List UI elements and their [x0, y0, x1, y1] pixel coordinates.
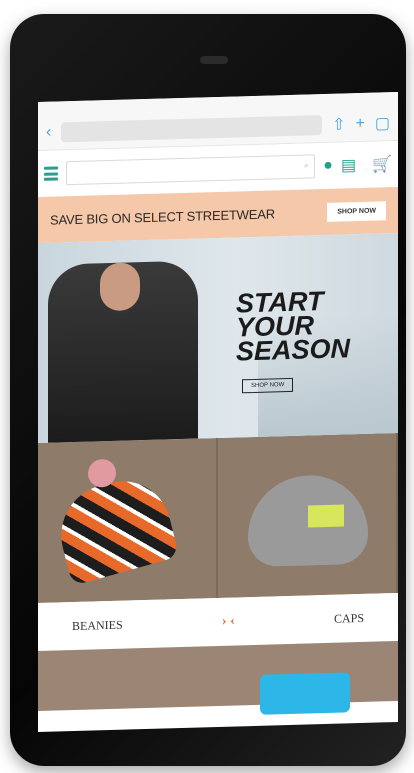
hero-shop-now-button[interactable]: SHOP NOW	[242, 377, 294, 394]
promo-shop-now-button[interactable]: SHOP NOW	[327, 200, 386, 222]
caps-label[interactable]: CAPS	[334, 610, 364, 626]
tabs-icon[interactable]: ▢	[375, 113, 390, 133]
beanie-image	[50, 469, 180, 587]
beanies-label[interactable]: BEANIES	[72, 617, 123, 633]
menu-icon[interactable]	[44, 166, 58, 181]
next-category-strip	[38, 640, 398, 715]
category-tiles	[38, 432, 398, 603]
search-input[interactable]: ⌕	[66, 154, 316, 186]
list-icon[interactable]: ▤	[341, 155, 356, 175]
screen: ‹ ⇧ + ▢ ⌕ ● ▤ 🛒 SAVE BIG ON SELECT STREE…	[38, 91, 398, 733]
model-head	[100, 262, 140, 312]
hero-model-image	[48, 260, 198, 443]
cart-icon[interactable]: 🛒	[372, 154, 392, 175]
add-tab-icon[interactable]: +	[356, 115, 365, 133]
share-icon[interactable]: ⇧	[332, 114, 345, 134]
location-icon[interactable]: ●	[323, 157, 333, 175]
search-icon: ⌕	[304, 162, 309, 170]
hero-title: START YOUR SEASON	[236, 286, 351, 367]
hero-banner[interactable]: START YOUR SEASON SHOP NOW	[38, 232, 398, 443]
cap-logo	[308, 504, 344, 528]
back-icon[interactable]: ‹	[46, 124, 51, 142]
product-image-blue	[260, 672, 350, 715]
address-bar[interactable]	[61, 115, 323, 143]
caps-tile[interactable]	[218, 432, 398, 598]
beanies-tile[interactable]	[38, 437, 218, 603]
cap-image	[248, 473, 368, 568]
speaker	[200, 56, 228, 64]
tablet-device: ‹ ⇧ + ▢ ⌕ ● ▤ 🛒 SAVE BIG ON SELECT STREE…	[10, 14, 406, 766]
carousel-arrows[interactable]: › ‹	[222, 614, 235, 630]
promo-text: SAVE BIG ON SELECT STREETWEAR	[50, 205, 275, 228]
